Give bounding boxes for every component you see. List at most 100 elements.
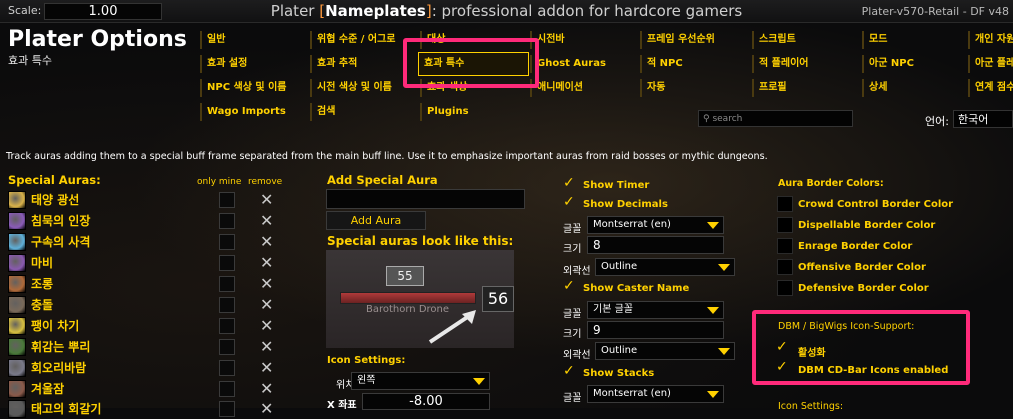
remove-x-icon[interactable]: ✕ <box>260 211 273 230</box>
aura-icon <box>8 380 26 398</box>
offensive-color-swatch[interactable] <box>777 259 793 275</box>
caster-size-slider[interactable]: 9 <box>587 321 724 339</box>
tab-animations[interactable]: 애니메이션 <box>530 79 629 97</box>
tab-ghost-auras[interactable]: Ghost Auras <box>530 55 629 73</box>
tab-highlight-box <box>403 38 539 88</box>
icon-settings-title: Icon Settings: <box>327 355 406 366</box>
page-title: Plater Options <box>8 27 187 52</box>
remove-x-icon[interactable]: ✕ <box>260 379 273 398</box>
tab-personal-resource[interactable]: 개인 자원 <box>968 31 1013 49</box>
tab-enemy-player[interactable]: 적 플레이어 <box>752 55 851 73</box>
tab-cast-colors[interactable]: 시전 색상 및 이름 <box>310 79 409 97</box>
page-subtitle: 효과 특수 <box>8 54 52 67</box>
only-mine-checkbox[interactable] <box>219 276 235 292</box>
dbm-highlight-box <box>752 310 970 385</box>
tab-friendly-npc[interactable]: 아군 NPC <box>862 55 961 73</box>
tab-npc-colors[interactable]: NPC 색상 및 이름 <box>200 79 302 97</box>
title-suffix: : professional addon for hardcore gamers <box>431 2 743 20</box>
stacks-font-value: Montserrat (en) <box>593 388 671 399</box>
title-bracket-name: Nameplates <box>325 2 426 20</box>
preview-aura-stack: 56 <box>482 286 514 312</box>
remove-x-icon[interactable]: ✕ <box>260 316 273 335</box>
tab-aura-settings[interactable]: 효과 설정 <box>200 55 302 73</box>
aura-name: 구속의 사격 <box>31 235 91 249</box>
only-mine-checkbox[interactable] <box>219 297 235 313</box>
tab-friendly-player[interactable]: 아군 플레이어 <box>968 55 1013 73</box>
tab-enemy-npc[interactable]: 적 NPC <box>640 55 739 73</box>
aura-icon <box>8 400 26 418</box>
show-caster-name-checkbox[interactable]: ✓ <box>563 278 579 298</box>
aura-icon <box>8 275 26 293</box>
remove-x-icon[interactable]: ✕ <box>260 295 273 314</box>
tab-castbar[interactable]: 시전바 <box>530 31 629 49</box>
timer-size-slider[interactable]: 8 <box>587 236 724 254</box>
remove-x-icon[interactable]: ✕ <box>260 232 273 251</box>
chevron-down-icon <box>718 264 730 271</box>
defensive-color-swatch[interactable] <box>777 280 793 296</box>
add-aura-button[interactable]: Add Aura <box>326 211 426 230</box>
only-mine-checkbox[interactable] <box>219 381 235 397</box>
only-mine-checkbox[interactable] <box>219 255 235 271</box>
only-mine-checkbox[interactable] <box>219 339 235 355</box>
remove-x-icon[interactable]: ✕ <box>260 358 273 377</box>
show-stacks-checkbox[interactable]: ✓ <box>563 363 579 383</box>
page-description: Track auras adding them to a special buf… <box>6 151 768 162</box>
arrow-shaft <box>428 312 474 344</box>
x-offset-slider[interactable]: -8.00 <box>362 393 490 410</box>
tab-profiles[interactable]: 프로필 <box>752 79 851 97</box>
tab-automation[interactable]: 자동 <box>640 79 739 97</box>
search-input[interactable]: ⚲ search <box>698 110 853 127</box>
stacks-font-dropdown[interactable]: Montserrat (en) <box>587 385 724 403</box>
show-decimals-checkbox[interactable]: ✓ <box>563 194 579 214</box>
remove-x-icon[interactable]: ✕ <box>260 190 273 209</box>
chevron-down-icon <box>473 378 485 385</box>
x-offset-label: X 좌표 <box>327 400 357 411</box>
tab-advanced[interactable]: 상세 <box>862 79 961 97</box>
tab-frame-priority[interactable]: 프레임 우선순위 <box>640 31 739 49</box>
tab-general[interactable]: 일반 <box>200 31 302 49</box>
language-dropdown[interactable]: 한국어 <box>953 110 1013 128</box>
preview-title: Special auras look like this: <box>327 234 514 248</box>
caster-font-dropdown[interactable]: 기본 글꼴 <box>587 301 724 319</box>
dispellable-color-swatch[interactable] <box>777 217 793 233</box>
remove-x-icon[interactable]: ✕ <box>260 274 273 293</box>
tab-aura-tracking[interactable]: 효과 추적 <box>310 55 409 73</box>
aura-icon <box>8 233 26 251</box>
timer-font-label: 글꼴 <box>563 224 582 235</box>
timer-font-dropdown[interactable]: Montserrat (en) <box>587 216 724 234</box>
show-stacks-label: Show Stacks <box>583 368 655 379</box>
only-mine-checkbox[interactable] <box>219 213 235 229</box>
chevron-down-icon <box>707 222 719 229</box>
only-mine-checkbox[interactable] <box>219 401 235 417</box>
caster-outline-dropdown[interactable]: Outline <box>595 342 735 360</box>
aura-icon <box>8 359 26 377</box>
tab-plugins[interactable]: Plugins <box>420 103 519 121</box>
check-icon: ✓ <box>563 194 575 210</box>
show-timer-label: Show Timer <box>583 180 650 191</box>
anchor-dropdown[interactable]: 왼쪽 <box>351 372 490 390</box>
tab-threat[interactable]: 위협 수준 / 어그로 <box>310 31 409 49</box>
remove-x-icon[interactable]: ✕ <box>260 337 273 356</box>
check-icon: ✓ <box>563 363 575 379</box>
column-remove: remove <box>248 177 283 187</box>
remove-x-icon[interactable]: ✕ <box>260 399 273 418</box>
only-mine-checkbox[interactable] <box>219 234 235 250</box>
only-mine-checkbox[interactable] <box>219 192 235 208</box>
tab-combo-points[interactable]: 연계 점수 <box>968 79 1013 97</box>
only-mine-checkbox[interactable] <box>219 318 235 334</box>
crowd-control-color-swatch[interactable] <box>777 196 793 212</box>
remove-x-icon[interactable]: ✕ <box>260 253 273 272</box>
tab-search[interactable]: 검색 <box>310 103 409 121</box>
aura-name: 침묵의 인장 <box>31 214 91 228</box>
aura-name-input[interactable] <box>326 189 525 209</box>
show-timer-checkbox[interactable]: ✓ <box>563 175 579 195</box>
tab-mods[interactable]: 모드 <box>862 31 961 49</box>
enrage-color-swatch[interactable] <box>777 238 793 254</box>
tab-wago-imports[interactable]: Wago Imports <box>200 103 302 121</box>
aura-row: 휘감는 뿌리 ✕ <box>8 337 288 357</box>
only-mine-checkbox[interactable] <box>219 360 235 376</box>
crowd-control-color-label: Crowd Control Border Color <box>798 199 954 210</box>
tab-scripts[interactable]: 스크립트 <box>752 31 851 49</box>
timer-outline-dropdown[interactable]: Outline <box>595 258 735 276</box>
aura-name: 태양 광선 <box>31 193 80 207</box>
